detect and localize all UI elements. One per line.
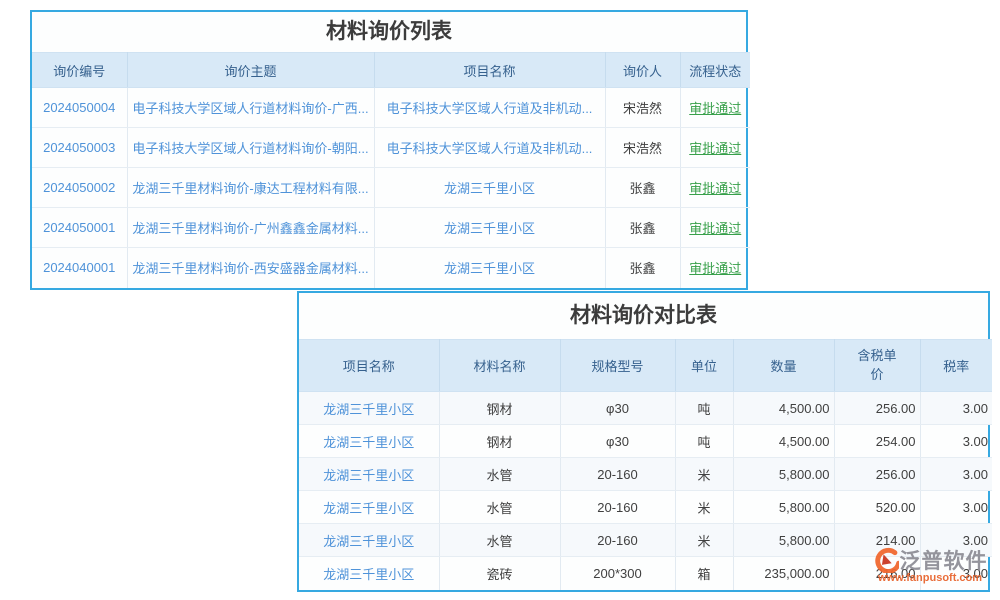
inquiry-no-link[interactable]: 2024050002 [32, 168, 127, 208]
project-name-link[interactable]: 电子科技大学区域人行道及非机动... [374, 128, 605, 168]
col-header-tax-rate: 税率 [920, 340, 992, 392]
material-name-cell: 水管 [439, 524, 560, 557]
inquirer-cell: 宋浩然 [605, 88, 680, 128]
inquiry-subject-link[interactable]: 龙湖三千里材料询价-广州鑫鑫金属材料... [127, 208, 374, 248]
inquirer-cell: 张鑫 [605, 248, 680, 288]
flow-status-link[interactable]: 审批通过 [680, 168, 750, 208]
col-header-flow-status: 流程状态 [680, 53, 750, 88]
unit-cell: 吨 [675, 392, 733, 425]
project-name-link[interactable]: 龙湖三千里小区 [299, 458, 439, 491]
project-name-link[interactable]: 龙湖三千里小区 [374, 248, 605, 288]
project-name-link[interactable]: 龙湖三千里小区 [299, 557, 439, 590]
inquiry-list-header-row: 询价编号 询价主题 项目名称 询价人 流程状态 [32, 53, 750, 88]
quantity-cell: 5,800.00 [733, 491, 834, 524]
fanpu-watermark: 泛普软件 www.fanpusoft.com [864, 545, 996, 584]
quantity-cell: 5,800.00 [733, 524, 834, 557]
compare-table-row: 龙湖三千里小区 水管 20-160 米 5,800.00 520.00 3.00 [299, 491, 992, 524]
spec-model-cell: φ30 [560, 392, 675, 425]
spec-model-cell: 20-160 [560, 491, 675, 524]
col-header-project-name: 项目名称 [299, 340, 439, 392]
col-header-quantity: 数量 [733, 340, 834, 392]
watermark-url: www.fanpusoft.com [864, 572, 996, 584]
compare-table-row: 龙湖三千里小区 水管 20-160 米 5,800.00 256.00 3.00 [299, 458, 992, 491]
tax-rate-cell: 3.00 [920, 491, 992, 524]
material-name-cell: 瓷砖 [439, 557, 560, 590]
spec-model-cell: φ30 [560, 425, 675, 458]
inquiry-subject-link[interactable]: 电子科技大学区域人行道材料询价-朝阳... [127, 128, 374, 168]
unit-cell: 米 [675, 458, 733, 491]
inquiry-list-body: 2024050004 电子科技大学区域人行道材料询价-广西... 电子科技大学区… [32, 88, 750, 288]
flow-status-link[interactable]: 审批通过 [680, 128, 750, 168]
compare-table-row: 龙湖三千里小区 钢材 φ30 吨 4,500.00 254.00 3.00 [299, 425, 992, 458]
flow-status-link[interactable]: 审批通过 [680, 248, 750, 288]
inquiry-no-link[interactable]: 2024040001 [32, 248, 127, 288]
compare-table-title: 材料询价对比表 [299, 293, 988, 339]
unit-cell: 米 [675, 524, 733, 557]
project-name-link[interactable]: 龙湖三千里小区 [299, 425, 439, 458]
col-header-inquirer: 询价人 [605, 53, 680, 88]
material-name-cell: 水管 [439, 491, 560, 524]
compare-table-header-row: 项目名称 材料名称 规格型号 单位 数量 含税单价 税率 [299, 340, 992, 392]
inquiry-list-row: 2024050001 龙湖三千里材料询价-广州鑫鑫金属材料... 龙湖三千里小区… [32, 208, 750, 248]
inquiry-list-row: 2024040001 龙湖三千里材料询价-西安盛器金属材料... 龙湖三千里小区… [32, 248, 750, 288]
spec-model-cell: 20-160 [560, 458, 675, 491]
inquiry-list-title: 材料询价列表 [32, 12, 746, 52]
inquiry-subject-link[interactable]: 电子科技大学区域人行道材料询价-广西... [127, 88, 374, 128]
project-name-link[interactable]: 龙湖三千里小区 [374, 208, 605, 248]
inquiry-list-row: 2024050002 龙湖三千里材料询价-康达工程材料有限... 龙湖三千里小区… [32, 168, 750, 208]
inquiry-subject-link[interactable]: 龙湖三千里材料询价-西安盛器金属材料... [127, 248, 374, 288]
col-header-inquiry-no: 询价编号 [32, 53, 127, 88]
taxed-unit-price-cell: 254.00 [834, 425, 920, 458]
col-header-project-name: 项目名称 [374, 53, 605, 88]
inquiry-no-link[interactable]: 2024050003 [32, 128, 127, 168]
project-name-link[interactable]: 龙湖三千里小区 [299, 524, 439, 557]
material-name-cell: 钢材 [439, 425, 560, 458]
col-header-inquiry-subject: 询价主题 [127, 53, 374, 88]
project-name-link[interactable]: 龙湖三千里小区 [299, 491, 439, 524]
fanpu-logo-icon [873, 547, 899, 573]
flow-status-link[interactable]: 审批通过 [680, 208, 750, 248]
inquiry-list-row: 2024050003 电子科技大学区域人行道材料询价-朝阳... 电子科技大学区… [32, 128, 750, 168]
project-name-link[interactable]: 龙湖三千里小区 [299, 392, 439, 425]
watermark-brand: 泛普软件 [900, 545, 988, 575]
col-header-unit: 单位 [675, 340, 733, 392]
unit-cell: 吨 [675, 425, 733, 458]
unit-cell: 米 [675, 491, 733, 524]
material-inquiry-list-panel: 材料询价列表 询价编号 询价主题 项目名称 询价人 流程状态 202405000… [30, 10, 748, 290]
material-name-cell: 水管 [439, 458, 560, 491]
material-name-cell: 钢材 [439, 392, 560, 425]
taxed-unit-price-cell: 520.00 [834, 491, 920, 524]
inquiry-list-row: 2024050004 电子科技大学区域人行道材料询价-广西... 电子科技大学区… [32, 88, 750, 128]
inquiry-subject-link[interactable]: 龙湖三千里材料询价-康达工程材料有限... [127, 168, 374, 208]
tax-rate-cell: 3.00 [920, 392, 992, 425]
tax-rate-cell: 3.00 [920, 458, 992, 491]
compare-table-row: 龙湖三千里小区 钢材 φ30 吨 4,500.00 256.00 3.00 [299, 392, 992, 425]
inquiry-no-link[interactable]: 2024050004 [32, 88, 127, 128]
inquirer-cell: 宋浩然 [605, 128, 680, 168]
tax-rate-cell: 3.00 [920, 425, 992, 458]
project-name-link[interactable]: 龙湖三千里小区 [374, 168, 605, 208]
project-name-link[interactable]: 电子科技大学区域人行道及非机动... [374, 88, 605, 128]
unit-cell: 箱 [675, 557, 733, 590]
inquirer-cell: 张鑫 [605, 168, 680, 208]
taxed-unit-price-cell: 256.00 [834, 458, 920, 491]
inquiry-no-link[interactable]: 2024050001 [32, 208, 127, 248]
inquiry-list-table: 询价编号 询价主题 项目名称 询价人 流程状态 2024050004 电子科技大… [32, 52, 750, 288]
col-header-taxed-unit-price: 含税单价 [834, 340, 920, 392]
quantity-cell: 4,500.00 [733, 392, 834, 425]
flow-status-link[interactable]: 审批通过 [680, 88, 750, 128]
quantity-cell: 235,000.00 [733, 557, 834, 590]
col-header-material-name: 材料名称 [439, 340, 560, 392]
quantity-cell: 5,800.00 [733, 458, 834, 491]
spec-model-cell: 200*300 [560, 557, 675, 590]
taxed-unit-price-cell: 256.00 [834, 392, 920, 425]
quantity-cell: 4,500.00 [733, 425, 834, 458]
spec-model-cell: 20-160 [560, 524, 675, 557]
col-header-spec-model: 规格型号 [560, 340, 675, 392]
inquirer-cell: 张鑫 [605, 208, 680, 248]
